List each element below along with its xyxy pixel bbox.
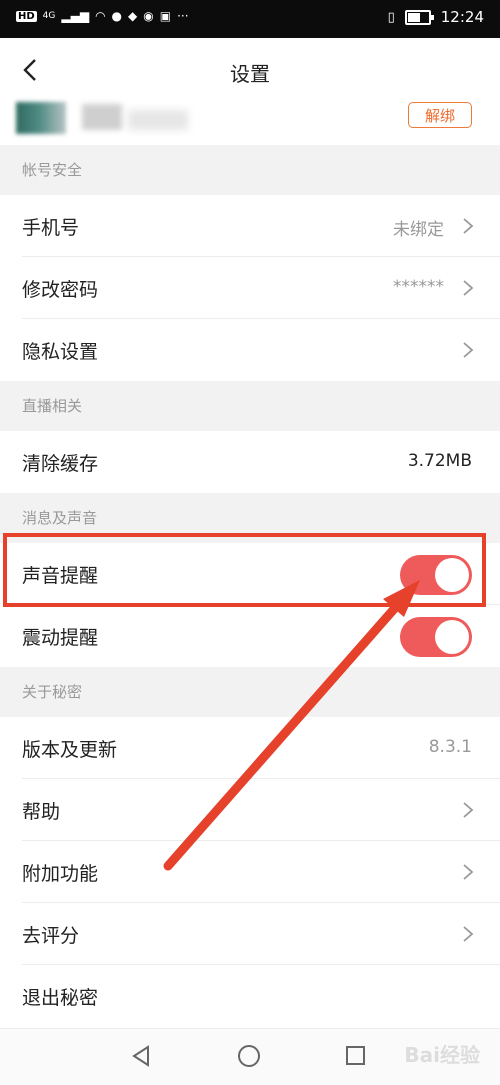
battery-icon (404, 9, 434, 25)
section-messages: 消息及声音 (0, 493, 500, 543)
change-password-label: 修改密码 (22, 279, 99, 301)
watermark: Bai经验 (404, 1043, 480, 1067)
message-icon: ◉ (143, 9, 154, 23)
chevron-right-icon (463, 802, 474, 818)
clock: 12:24 (440, 8, 484, 26)
help-row[interactable]: 帮助 (0, 779, 500, 841)
network-label: 4G (42, 11, 56, 21)
status-right: ▯ 12:24 (388, 8, 484, 26)
extras-row[interactable]: 附加功能 (0, 841, 500, 903)
unbind-button[interactable]: 解绑 (408, 102, 472, 128)
wechat-icon: ● (111, 9, 123, 23)
vibrate-alert-toggle[interactable] (400, 617, 472, 657)
cache-size: 3.72MB (407, 451, 472, 471)
phone-value: 未绑定 (393, 220, 444, 240)
page-title: 设置 (230, 62, 270, 86)
vibrate-alert-label: 震动提醒 (22, 627, 99, 649)
chevron-right-icon (463, 342, 474, 358)
system-nav-bar: Bai经验 (0, 1028, 500, 1085)
section-account-security: 帐号安全 (0, 145, 500, 195)
version-label: 版本及更新 (22, 739, 118, 761)
rate-label: 去评分 (22, 925, 80, 947)
phone-row[interactable]: 手机号 未绑定 (0, 195, 500, 257)
signal-icon: ▂▄▆ (61, 9, 90, 23)
chevron-right-icon (463, 926, 474, 942)
avatar (16, 102, 66, 134)
clear-cache-row[interactable]: 清除缓存 3.72MB (0, 431, 500, 493)
password-mask: ****** (393, 277, 444, 297)
vibrate-alert-row: 震动提醒 (0, 605, 500, 667)
nav-back-icon[interactable] (130, 1045, 152, 1067)
sound-alert-label: 声音提醒 (22, 565, 99, 587)
chevron-right-icon (463, 218, 474, 234)
phone-label: 手机号 (22, 217, 80, 239)
clear-cache-label: 清除缓存 (22, 453, 99, 475)
section-about: 关于秘密 (0, 667, 500, 717)
help-label: 帮助 (22, 801, 61, 823)
status-bar: HD 4G ▂▄▆ ◠ ● ◆ ◉ ▣ ··· ▯ 12:24 (0, 0, 500, 38)
account-row: 解绑 (0, 102, 500, 145)
hd-badge: HD (16, 10, 37, 22)
privacy-settings-row[interactable]: 隐私设置 (0, 319, 500, 381)
toggle-knob (435, 620, 469, 654)
account-id-blurred (128, 110, 188, 130)
nav-recents-icon[interactable] (346, 1046, 365, 1065)
logout-label: 退出秘密 (22, 987, 99, 1009)
chevron-right-icon (463, 280, 474, 296)
version-value: 8.3.1 (428, 737, 472, 757)
status-left: HD 4G ▂▄▆ ◠ ● ◆ ◉ ▣ ··· (16, 9, 189, 23)
privacy-settings-label: 隐私设置 (22, 341, 99, 363)
nav-home-icon[interactable] (238, 1045, 260, 1067)
extras-label: 附加功能 (22, 863, 99, 885)
wifi-icon: ◠ (95, 9, 106, 23)
toggle-knob (435, 558, 469, 592)
vibrate-icon: ▯ (387, 9, 395, 25)
shield-icon: ◆ (128, 9, 138, 23)
account-name-blurred (82, 104, 122, 130)
rate-row[interactable]: 去评分 (0, 903, 500, 965)
top-bar: 设置 (0, 38, 500, 102)
section-live: 直播相关 (0, 381, 500, 431)
sound-alert-row: 声音提醒 (0, 543, 500, 605)
chevron-right-icon (463, 864, 474, 880)
more-icon: ··· (177, 9, 189, 23)
logout-row[interactable]: 退出秘密 (0, 965, 500, 1027)
app-icon: ▣ (159, 9, 172, 23)
version-row[interactable]: 版本及更新 8.3.1 (0, 717, 500, 779)
change-password-row[interactable]: 修改密码 ****** (0, 257, 500, 319)
sound-alert-toggle[interactable] (400, 555, 472, 595)
